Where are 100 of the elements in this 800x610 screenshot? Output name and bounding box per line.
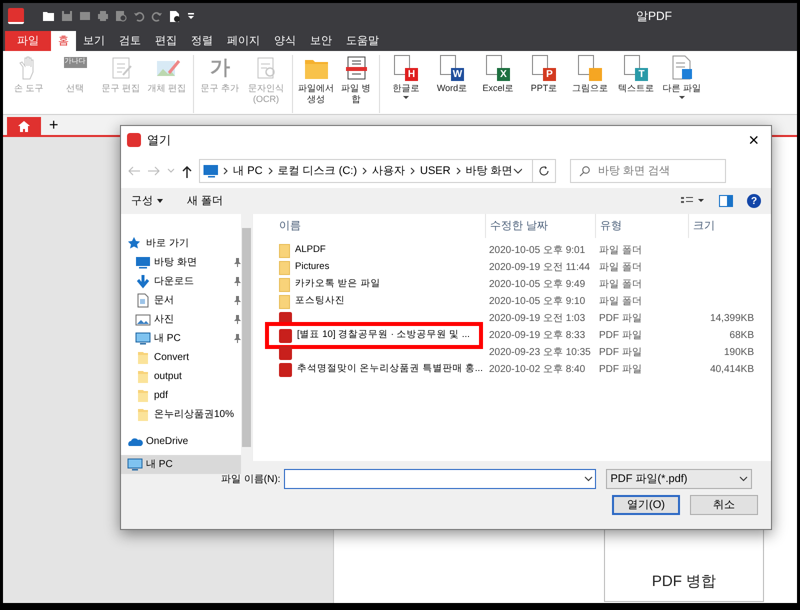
dialog-title: 열기 <box>147 132 171 149</box>
ribbon-button[interactable]: 다른 파일 <box>660 55 704 99</box>
file-name[interactable]: Pictures <box>295 260 330 275</box>
file-type-dropdown[interactable]: PDF 파일(*.pdf) <box>606 469 752 489</box>
navigation-item[interactable]: 다운로드 <box>121 272 241 291</box>
file-name[interactable]: ALPDF <box>295 243 326 258</box>
pin-icon <box>233 334 241 343</box>
ribbon-button[interactable]: H 한글로 <box>384 55 428 99</box>
file-type: 파일 폴더 <box>598 278 643 292</box>
new-tab-button[interactable]: + <box>41 117 66 135</box>
breadcrumb-item[interactable]: 사용자 <box>372 162 406 180</box>
caret-icon <box>403 96 409 99</box>
folder-icon[interactable] <box>42 10 55 22</box>
undo-icon[interactable] <box>133 10 145 22</box>
address-bar[interactable]: 내 PC 로컬 디스크 (C:) 사용자 USER 바탕 화면 <box>199 159 556 183</box>
file-name[interactable]: 포스팅사진 <box>295 294 345 309</box>
file-name[interactable]: 카카오톡 받은 파일 <box>295 277 380 292</box>
star-icon <box>127 236 143 251</box>
navigation-item[interactable]: 내 PC <box>121 455 241 474</box>
menu-tab[interactable]: 도움말 <box>339 31 386 51</box>
navigation-item[interactable]: 문서 <box>121 291 241 310</box>
menu-tab[interactable]: 편집 <box>148 31 184 51</box>
menu-tab[interactable]: 보기 <box>76 31 112 51</box>
monitor-icon <box>135 331 151 346</box>
caret-icon <box>679 96 685 99</box>
preview-pane-icon[interactable] <box>719 195 733 207</box>
ribbon-button[interactable]: W Word로 <box>430 55 474 94</box>
pin-icon <box>233 277 241 286</box>
navigation-item[interactable]: 온누리상품권10% <box>121 405 241 424</box>
download-arrow-icon <box>135 274 151 289</box>
navigation-item[interactable]: 내 PC <box>121 329 241 348</box>
ribbon-button[interactable]: T 텍스트로 <box>614 55 658 94</box>
navigation-item[interactable]: 사진 <box>121 310 241 329</box>
ribbon-button[interactable]: X Excel로 <box>476 55 520 94</box>
redo-icon[interactable] <box>151 10 163 22</box>
ribbon-button[interactable]: 파일 병합 <box>337 55 375 105</box>
breadcrumb-item[interactable]: 바탕 화면 <box>466 162 513 180</box>
home-tab[interactable] <box>7 117 41 135</box>
refresh-icon <box>538 165 550 177</box>
menu-tab[interactable]: 홈 <box>51 31 76 51</box>
dialog-button[interactable]: 열기(O) <box>612 495 680 515</box>
help-button[interactable]: ? <box>747 194 761 208</box>
dialog-button[interactable]: 취소 <box>690 495 758 515</box>
ribbon-button[interactable]: P PPT로 <box>522 55 566 94</box>
column-header[interactable]: 크기 <box>688 214 754 238</box>
menu-tab[interactable]: 페이지 <box>220 31 267 51</box>
mail-icon[interactable] <box>79 10 91 22</box>
file-type: PDF 파일 <box>598 329 643 343</box>
folder-icon <box>279 260 290 274</box>
save-icon[interactable] <box>61 10 73 22</box>
modified-date: 2020-09-19 오전 1:03 <box>488 312 586 326</box>
modified-date: 2020-09-23 오후 10:35 <box>488 346 592 360</box>
modified-date: 2020-10-05 오후 9:01 <box>488 244 586 258</box>
navigation-item[interactable]: output <box>121 367 241 386</box>
up-arrow-icon[interactable] <box>181 164 193 178</box>
menu-tab[interactable]: 양식 <box>267 31 303 51</box>
menu-tab[interactable]: 검토 <box>112 31 148 51</box>
file-type: 파일 폴더 <box>598 295 643 309</box>
navigation-item[interactable]: pdf <box>121 386 241 405</box>
close-button[interactable]: × <box>742 130 765 150</box>
new-folder-button[interactable]: 새 폴더 <box>187 192 224 210</box>
file-type: PDF 파일 <box>598 312 643 326</box>
filename-label: 파일 이름(N): <box>221 472 280 486</box>
ribbon-button[interactable]: 파일에서 생성 <box>297 55 335 105</box>
text-glyph-icon: 가 <box>210 55 230 81</box>
column-header[interactable]: 수정한 날짜 <box>485 214 595 238</box>
chevron-down-icon[interactable] <box>512 168 522 174</box>
navigation-item[interactable]: 바탕 화면 <box>121 253 241 272</box>
monitor-icon <box>203 164 218 178</box>
view-options-icon[interactable] <box>681 196 705 206</box>
filename-field[interactable] <box>284 469 596 489</box>
chevron-down-icon <box>584 476 594 482</box>
file-type: PDF 파일 <box>598 363 643 377</box>
preview-icon[interactable] <box>115 10 127 22</box>
folder-icon <box>135 388 151 403</box>
ribbon-button[interactable]: 그림으로 <box>568 55 612 94</box>
navigation-item[interactable]: OneDrive <box>121 432 241 451</box>
document-icon <box>135 293 151 308</box>
monitor-icon <box>135 255 151 270</box>
picture-icon <box>135 312 151 327</box>
column-header[interactable]: 유형 <box>595 214 688 238</box>
breadcrumb-item[interactable]: 로컬 디스크 (C:) <box>278 162 358 180</box>
folder-icon <box>135 407 151 422</box>
file-size: 40,414KB <box>709 363 754 377</box>
file-menu[interactable]: 파일 <box>5 31 51 51</box>
menu-tab[interactable]: 보안 <box>303 31 339 51</box>
breadcrumb-item[interactable]: USER <box>420 162 451 180</box>
dropdown-icon[interactable] <box>187 11 195 21</box>
column-header[interactable]: 이름 <box>275 214 485 238</box>
file-name[interactable]: 추석명절맞이 온누리상품권 특별판매 홍... <box>297 362 483 377</box>
menu-tab[interactable]: 정렬 <box>184 31 220 51</box>
navigation-item[interactable]: 바로 가기 <box>121 234 241 253</box>
organize-button[interactable]: 구성 <box>131 192 163 210</box>
file-name[interactable]: [별표 10] 경찰공무원 · 소방공무원 및 ... <box>297 328 470 343</box>
breadcrumb-item[interactable]: 내 PC <box>233 162 263 180</box>
pin-icon <box>233 315 241 324</box>
navigation-item[interactable]: Convert <box>121 348 241 367</box>
folder-icon <box>279 294 290 308</box>
search-field[interactable]: 바탕 화면 검색 <box>570 159 726 183</box>
chevron-right-icon <box>362 167 368 175</box>
